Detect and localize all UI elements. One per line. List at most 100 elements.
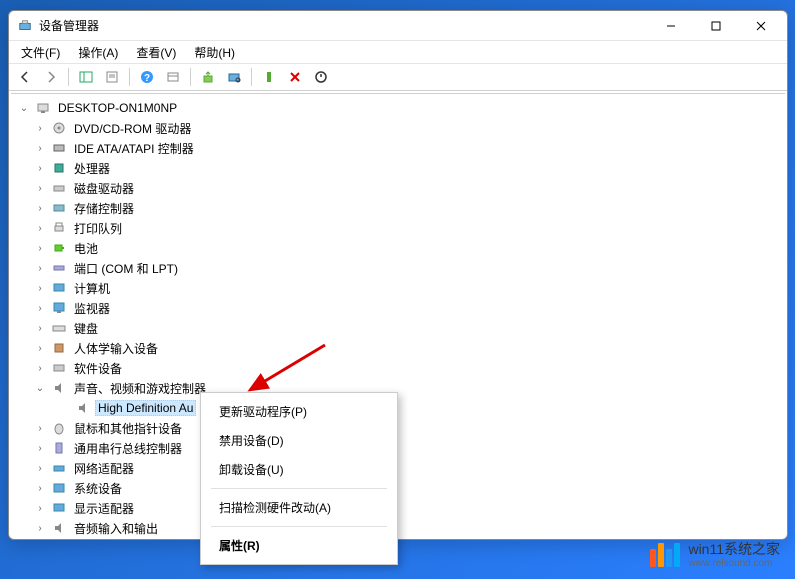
speaker-icon (75, 400, 91, 416)
app-icon (17, 18, 33, 34)
watermark-title: win11系统之家 (688, 541, 780, 558)
tree-item[interactable]: ›监视器 (13, 298, 783, 318)
monitor-icon (51, 300, 67, 316)
expand-icon[interactable]: › (33, 261, 47, 275)
show-hide-tree-button[interactable] (74, 66, 98, 88)
disable-device-button[interactable] (309, 66, 333, 88)
tree-item[interactable]: ›通用串行总线控制器 (13, 438, 783, 458)
context-menu: 更新驱动程序(P) 禁用设备(D) 卸载设备(U) 扫描检测硬件改动(A) 属性… (200, 392, 398, 565)
window-controls (648, 12, 783, 40)
printer-icon (51, 220, 67, 236)
ctx-uninstall-device[interactable]: 卸载设备(U) (203, 455, 395, 484)
menu-action[interactable]: 操作(A) (70, 42, 126, 63)
tree-item[interactable]: ›软件设备 (13, 358, 783, 378)
watermark: win11系统之家 www.relsound.com (650, 541, 780, 569)
expand-icon[interactable]: › (33, 281, 47, 295)
expand-icon[interactable]: › (33, 181, 47, 195)
expand-icon[interactable]: › (33, 161, 47, 175)
computer-icon (51, 280, 67, 296)
tree-item[interactable]: ›处理器 (13, 158, 783, 178)
expand-icon[interactable]: › (33, 481, 47, 495)
tree-item[interactable]: ›网络适配器 (13, 458, 783, 478)
ide-icon (51, 140, 67, 156)
ctx-disable-device[interactable]: 禁用设备(D) (203, 426, 395, 455)
expand-icon[interactable]: › (33, 321, 47, 335)
expand-icon[interactable]: › (33, 301, 47, 315)
uninstall-device-button[interactable] (283, 66, 307, 88)
cpu-icon (51, 160, 67, 176)
tree-root[interactable]: ⌄ DESKTOP-ON1M0NP (13, 98, 783, 118)
expand-icon[interactable]: › (33, 201, 47, 215)
tree-item[interactable]: ›人体学输入设备 (13, 338, 783, 358)
software-icon (51, 360, 67, 376)
scan-hardware-button[interactable] (222, 66, 246, 88)
help-button[interactable]: ? (135, 66, 159, 88)
toolbar: ? (9, 63, 787, 91)
toolbar-separator (190, 68, 191, 86)
battery-icon (51, 240, 67, 256)
tree-item-hd-audio[interactable]: High Definition Au (13, 398, 783, 418)
tree-item[interactable]: ›键盘 (13, 318, 783, 338)
dvd-icon (51, 120, 67, 136)
maximize-button[interactable] (693, 12, 738, 40)
speaker-icon (51, 380, 67, 396)
device-manager-window: 设备管理器 文件(F) 操作(A) 查看(V) 帮助(H) ? (8, 10, 788, 540)
expand-icon[interactable]: ⌄ (33, 381, 47, 395)
menu-help[interactable]: 帮助(H) (186, 42, 243, 63)
svg-text:?: ? (144, 73, 150, 84)
ctx-properties[interactable]: 属性(R) (203, 531, 395, 560)
hid-icon (51, 340, 67, 356)
computer-icon (35, 100, 51, 116)
tree-item[interactable]: ›计算机 (13, 278, 783, 298)
menubar: 文件(F) 操作(A) 查看(V) 帮助(H) (9, 41, 787, 63)
expand-icon[interactable]: › (33, 461, 47, 475)
forward-button[interactable] (39, 66, 63, 88)
tree-item[interactable]: ›磁盘驱动器 (13, 178, 783, 198)
tree-item[interactable]: ›DVD/CD-ROM 驱动器 (13, 118, 783, 138)
audio-io-icon (51, 520, 67, 536)
network-icon (51, 460, 67, 476)
expand-icon[interactable]: › (33, 521, 47, 535)
tree-item[interactable]: ›打印队列 (13, 218, 783, 238)
context-menu-separator (211, 526, 387, 527)
expand-icon[interactable]: ⌄ (17, 101, 31, 115)
minimize-button[interactable] (648, 12, 693, 40)
mouse-icon (51, 420, 67, 436)
tree-item[interactable]: ›端口 (COM 和 LPT) (13, 258, 783, 278)
tree-item[interactable]: ›鼠标和其他指针设备 (13, 418, 783, 438)
ctx-update-driver[interactable]: 更新驱动程序(P) (203, 397, 395, 426)
expand-icon[interactable]: › (33, 121, 47, 135)
update-driver-button[interactable] (196, 66, 220, 88)
tree-item[interactable]: ›系统设备 (13, 478, 783, 498)
tree-item[interactable]: ›电池 (13, 238, 783, 258)
back-button[interactable] (13, 66, 37, 88)
properties-button[interactable] (100, 66, 124, 88)
menu-view[interactable]: 查看(V) (128, 42, 184, 63)
titlebar: 设备管理器 (9, 11, 787, 41)
expand-icon[interactable]: › (33, 361, 47, 375)
system-icon (51, 480, 67, 496)
tree-item[interactable]: ›音频输入和输出 (13, 518, 783, 537)
disk-icon (51, 180, 67, 196)
expand-icon[interactable]: › (33, 421, 47, 435)
expand-icon[interactable]: › (33, 241, 47, 255)
tree-item[interactable]: ›IDE ATA/ATAPI 控制器 (13, 138, 783, 158)
port-icon (51, 260, 67, 276)
enable-device-button[interactable] (257, 66, 281, 88)
expand-icon[interactable]: › (33, 341, 47, 355)
expand-icon[interactable]: › (33, 441, 47, 455)
expand-icon[interactable]: › (33, 221, 47, 235)
view-button[interactable] (161, 66, 185, 88)
menu-file[interactable]: 文件(F) (13, 42, 68, 63)
close-button[interactable] (738, 12, 783, 40)
usb-icon (51, 440, 67, 456)
tree-item[interactable]: ›显示适配器 (13, 498, 783, 518)
toolbar-separator (251, 68, 252, 86)
expand-icon[interactable]: › (33, 501, 47, 515)
tree-item[interactable]: ›存储控制器 (13, 198, 783, 218)
window-title: 设备管理器 (39, 17, 648, 34)
expand-icon[interactable]: › (33, 141, 47, 155)
ctx-scan-hardware[interactable]: 扫描检测硬件改动(A) (203, 493, 395, 522)
tree-item-sound[interactable]: ⌄声音、视频和游戏控制器 (13, 378, 783, 398)
device-tree[interactable]: ⌄ DESKTOP-ON1M0NP ›DVD/CD-ROM 驱动器 ›IDE A… (11, 93, 785, 537)
